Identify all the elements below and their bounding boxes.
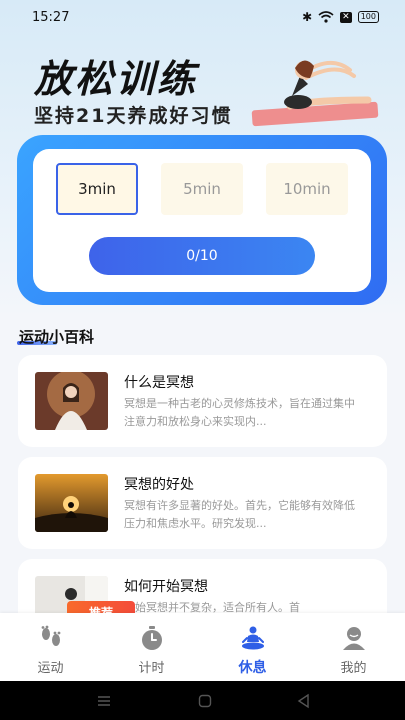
tab-label: 计时 xyxy=(138,661,165,676)
duration-option-3min[interactable]: 3min xyxy=(56,163,138,215)
article-card[interactable]: 冥想的好处 冥想有许多显著的好处。首先，它能够有效降低压力和焦虑水平。研究发现.… xyxy=(18,457,387,549)
battery-icon: 100 xyxy=(357,11,379,23)
sunset-meditation-thumbnail xyxy=(35,474,108,532)
timer-card: 3min 5min 10min 0/10 xyxy=(17,135,387,305)
section-title: 运动小百科 xyxy=(19,328,95,346)
article-title: 什么是冥想 xyxy=(124,375,194,391)
tab-label: 我的 xyxy=(340,661,367,676)
menu-icon[interactable] xyxy=(96,693,112,709)
stopwatch-icon xyxy=(142,626,162,650)
tab-label: 休息 xyxy=(238,660,267,676)
hero-subtitle: 坚持21天养成好习惯 xyxy=(34,105,233,127)
article-title: 冥想的好处 xyxy=(124,477,194,493)
progress-start-button[interactable]: 0/10 xyxy=(89,237,315,275)
tab-timer[interactable]: 计时 xyxy=(101,613,202,681)
tab-rest[interactable]: 休息 xyxy=(202,613,303,681)
back-icon[interactable] xyxy=(296,693,312,709)
article-card[interactable]: 什么是冥想 冥想是一种古老的心灵修炼技术，旨在通过集中注意力和放松身心来实现内.… xyxy=(18,355,387,447)
bottom-tab-bar: 运动 计时 休息 我的 xyxy=(0,613,405,681)
tab-profile[interactable]: 我的 xyxy=(303,613,404,681)
article-description: 冥想是一种古老的心灵修炼技术，旨在通过集中注意力和放松身心来实现内... xyxy=(124,397,355,428)
system-navigation-bar xyxy=(0,681,405,720)
hero-title: 放松训练 xyxy=(34,57,199,101)
tab-label: 运动 xyxy=(37,661,64,676)
profile-icon xyxy=(343,627,365,650)
footprints-icon xyxy=(41,625,61,646)
bluetooth-icon: ✱ xyxy=(302,10,313,24)
no-sim-icon: ✕ xyxy=(340,11,352,23)
article-title: 如何开始冥想 xyxy=(124,579,208,595)
status-icons: ✱ ✕ 100 xyxy=(302,10,379,24)
meditation-icon xyxy=(242,626,264,650)
status-time: 15:27 xyxy=(32,10,70,25)
tab-exercise[interactable]: 运动 xyxy=(0,613,101,681)
duration-option-10min[interactable]: 10min xyxy=(266,163,348,215)
status-bar: 15:27 ✱ ✕ 100 xyxy=(0,0,405,36)
timer-panel: 3min 5min 10min 0/10 xyxy=(33,149,371,292)
duration-option-5min[interactable]: 5min xyxy=(161,163,243,215)
meditation-thumbnail xyxy=(35,372,108,430)
article-description: 冥想有许多显著的好处。首先，它能够有效降低压力和焦虑水平。研究发现... xyxy=(124,499,355,530)
home-icon[interactable] xyxy=(197,693,213,709)
yoga-illustration xyxy=(251,60,379,127)
wifi-icon xyxy=(318,11,334,23)
